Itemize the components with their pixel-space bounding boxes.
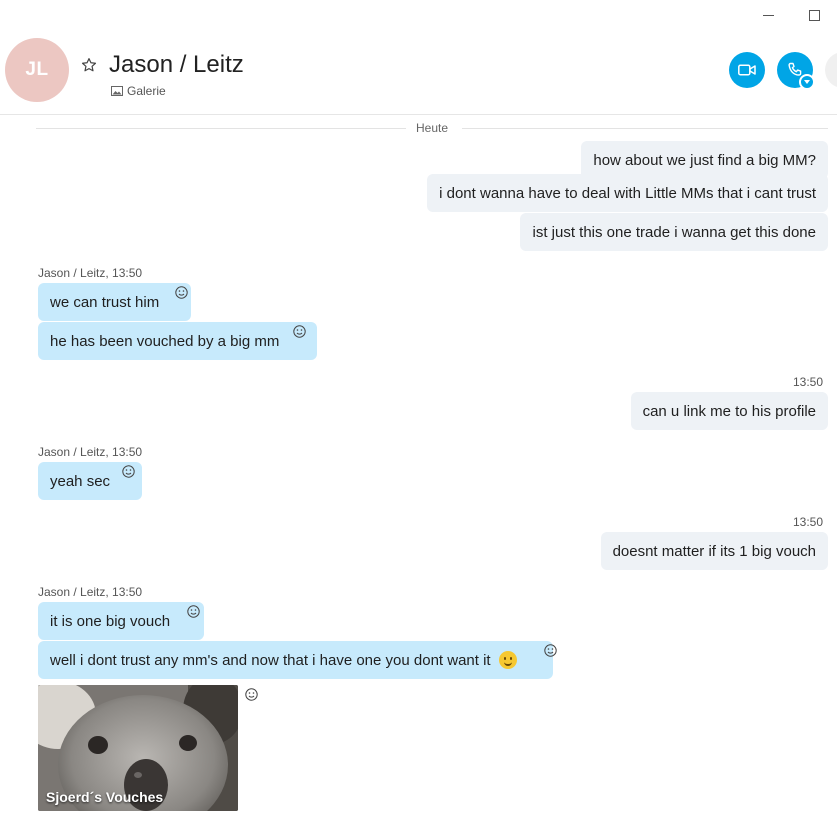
add-reaction-icon[interactable] [122,465,135,478]
maximize-icon [808,9,820,21]
add-reaction-icon[interactable] [245,688,258,701]
gallery-label: Galerie [127,84,166,98]
message-timestamp: 13:50 [792,375,823,389]
image-message[interactable]: Sjoerd´s Vouches [38,685,238,811]
conversation-header: JL Jason / Leitz Galerie [0,30,837,115]
avatar[interactable]: JL [5,38,69,102]
outgoing-message[interactable]: i dont wanna have to deal with Little MM… [427,174,828,212]
outgoing-message[interactable]: doesnt matter if its 1 big vouch [600,532,828,570]
outgoing-message[interactable]: ist just this one trade i wanna get this… [520,213,828,251]
minimize-icon [762,14,774,16]
add-reaction-icon[interactable] [187,605,200,618]
incoming-message[interactable]: well i dont trust any mm's and now that … [38,641,553,679]
smile-emoji-icon [498,651,517,669]
incoming-message[interactable]: we can trust him [38,283,192,321]
gallery-link[interactable]: Galerie [111,84,166,98]
add-reaction-icon[interactable] [544,644,557,657]
conversation-title: Jason / Leitz [109,51,244,78]
call-options-chevron-icon[interactable] [799,74,815,90]
window-controls [745,0,837,32]
incoming-message[interactable]: it is one big vouch [38,602,205,640]
add-reaction-icon[interactable] [175,286,188,299]
outgoing-message[interactable]: can u link me to his profile [630,392,828,430]
audio-call-button[interactable] [777,52,815,90]
minimize-button[interactable] [745,0,791,30]
maximize-button[interactable] [791,0,837,30]
message-timestamp: 13:50 [792,515,823,529]
incoming-message[interactable]: he has been vouched by a big mm [38,322,318,360]
date-divider: Heute [36,121,828,135]
sender-name: Jason / Leitz, 13:50 [38,266,143,280]
sender-name: Jason / Leitz, 13:50 [38,585,143,599]
image-caption: Sjoerd´s Vouches [46,789,164,805]
sender-name: Jason / Leitz, 13:50 [38,445,143,459]
add-participant-button[interactable] [825,52,837,88]
add-reaction-icon[interactable] [293,325,306,338]
video-camera-icon [738,64,756,76]
gallery-icon [111,86,123,96]
video-call-button[interactable] [729,52,765,88]
favorite-star-icon[interactable] [80,56,98,74]
